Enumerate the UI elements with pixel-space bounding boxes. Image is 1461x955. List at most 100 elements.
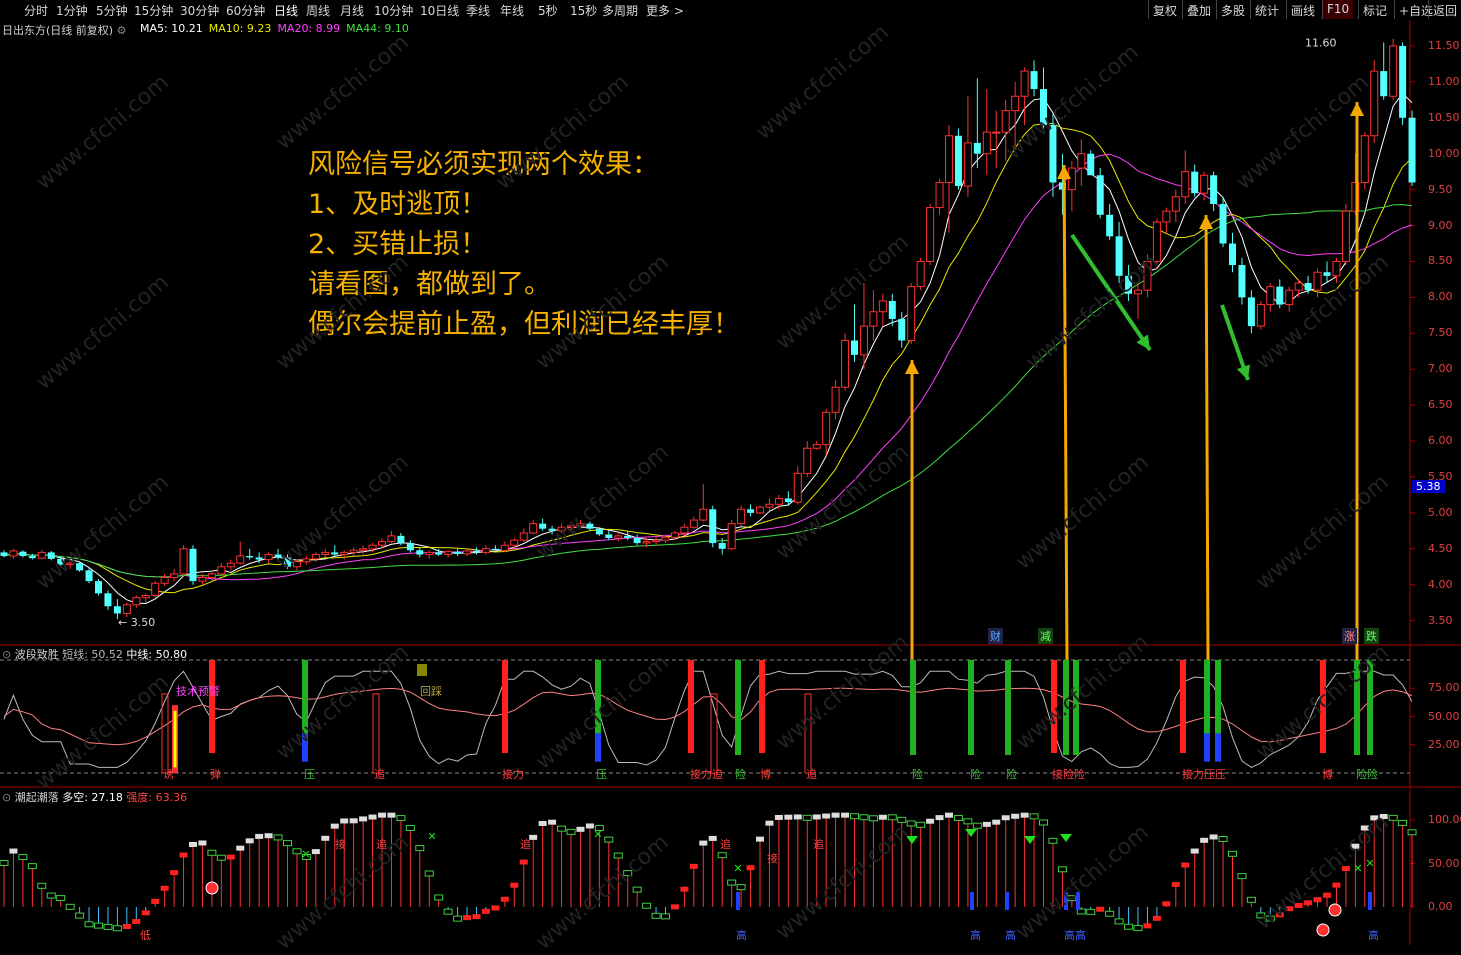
tab-period-3[interactable]: 15分钟 <box>134 2 173 19</box>
tab-period-5[interactable]: 60分钟 <box>226 2 265 19</box>
collapse-icon[interactable]: ⊙ <box>2 791 11 804</box>
candle-body-up <box>774 498 783 505</box>
tide-block <box>37 882 47 889</box>
tab-period-11[interactable]: 季线 <box>466 2 490 19</box>
signal-bar-blue <box>1215 733 1221 762</box>
price-axis-label: 10.00 <box>1428 146 1460 160</box>
tide-block <box>613 852 623 859</box>
candle-body-up <box>1152 221 1161 262</box>
tide-block <box>670 904 679 910</box>
candle-body-up <box>680 526 689 534</box>
tab-period-8[interactable]: 月线 <box>340 2 364 19</box>
tab-period-4[interactable]: 30分钟 <box>180 2 219 19</box>
price-axis-label: 8.50 <box>1428 254 1453 268</box>
candle-body-down <box>898 318 906 341</box>
candle-body-down <box>397 535 405 544</box>
toolbar-button-3[interactable]: 统计 <box>1250 0 1283 19</box>
tide-block <box>736 884 746 891</box>
ma-label-1: MA10: 9.23 <box>208 22 272 35</box>
cross-icon: ✕ <box>1353 862 1362 875</box>
candle-body-up <box>529 523 538 534</box>
tide-block <box>1152 915 1161 921</box>
tide-block <box>519 859 528 865</box>
annotation-line-4: 偶尔会提前止盈，但利润已经丰厚！ <box>308 309 740 340</box>
toolbar-button-5[interactable]: F10 <box>1322 0 1354 19</box>
panel3-bottom-note: 高高 <box>1064 929 1086 942</box>
tide-block <box>311 849 320 855</box>
candle-body-up <box>945 135 953 183</box>
tab-period-13[interactable]: 5秒 <box>538 2 558 19</box>
toolbar-button-4[interactable]: 画线 <box>1286 0 1319 19</box>
candle-body-up <box>916 260 925 288</box>
toolbar-button-6[interactable]: 标记 <box>1358 0 1391 19</box>
toolbar-button-2[interactable]: 多股 <box>1216 0 1249 19</box>
price-axis-label: 3.50 <box>1428 613 1453 627</box>
candle-body-up <box>614 535 623 539</box>
tide-block <box>1200 837 1209 843</box>
tide-block <box>1011 813 1020 819</box>
tide-block <box>878 814 887 820</box>
candle-body-up <box>151 582 160 596</box>
panel3-top-note: 接 <box>335 838 346 851</box>
signal-bar-green <box>1204 660 1210 734</box>
cross-icon: ✕ <box>593 828 602 841</box>
high-price-label: 11.60 <box>1305 36 1337 49</box>
tide-block <box>774 814 783 820</box>
tide-block <box>1218 836 1228 843</box>
panel2-signal: 弹 <box>210 768 221 781</box>
collapse-icon[interactable]: ⊙ <box>2 648 11 661</box>
tab-period-7[interactable]: 周线 <box>306 2 330 19</box>
tide-block <box>472 914 481 920</box>
toolbar-button-0[interactable]: 复权 <box>1148 0 1181 19</box>
price-axis-label: 7.00 <box>1428 362 1453 376</box>
tab-period-6[interactable]: 日线 <box>274 2 298 19</box>
candle-body-down <box>1304 283 1312 291</box>
panel3-bottom-note: 高 <box>736 929 747 942</box>
toolbar-button-8[interactable]: 返回 <box>1428 0 1461 19</box>
tide-block <box>103 923 113 930</box>
price-axis-label: 11.00 <box>1428 74 1460 88</box>
tide-block <box>443 908 453 915</box>
price-axis-label: 8.00 <box>1428 290 1453 304</box>
tide-block <box>236 845 245 851</box>
tide-block <box>566 828 576 835</box>
settings-icon[interactable]: ⚙ <box>117 24 127 37</box>
low-price-label: ← 3.50 <box>118 616 155 629</box>
toolbar-button-1[interactable]: 叠加 <box>1182 0 1215 19</box>
tide-block <box>160 885 169 891</box>
signal-bar-red <box>502 660 508 753</box>
candle-body-down <box>189 548 197 582</box>
price-axis-label: 11.50 <box>1428 38 1460 52</box>
tide-block <box>1228 850 1237 857</box>
candle-body-up <box>642 541 651 544</box>
tide-block <box>727 879 737 886</box>
candle-body-down <box>113 606 121 614</box>
tide-block <box>992 819 1001 825</box>
tab-period-10[interactable]: 10日线 <box>420 2 459 19</box>
tab-period-1[interactable]: 1分钟 <box>56 2 88 19</box>
candle-body-up <box>368 544 377 550</box>
tide-block <box>500 896 509 902</box>
tide-block <box>510 882 519 888</box>
tab-period-15[interactable]: 多周期 <box>602 2 638 19</box>
panel2-signal: 险 <box>912 768 923 781</box>
candle-body-up <box>859 325 868 356</box>
tide-block <box>378 812 386 818</box>
tab-period-0[interactable]: 分时 <box>24 2 48 19</box>
candle-body-up <box>926 207 935 262</box>
tab-period-16[interactable]: 更多 > <box>646 2 684 19</box>
candle-body-up <box>1389 45 1398 97</box>
tab-period-14[interactable]: 15秒 <box>570 2 597 19</box>
signal-bar-red <box>688 660 694 753</box>
panel3-axis-label: 100.00 <box>1428 813 1461 826</box>
tide-block <box>396 815 406 822</box>
tab-period-12[interactable]: 年线 <box>500 2 524 19</box>
tide-block <box>453 915 463 922</box>
event-label: 涨 <box>1342 628 1357 644</box>
tide-block <box>1209 834 1218 840</box>
tide-block <box>1133 925 1143 932</box>
candle-body-up <box>1200 174 1209 194</box>
tab-period-2[interactable]: 5分钟 <box>96 2 128 19</box>
candle-body-up <box>992 131 1001 134</box>
tab-period-9[interactable]: 10分钟 <box>374 2 413 19</box>
